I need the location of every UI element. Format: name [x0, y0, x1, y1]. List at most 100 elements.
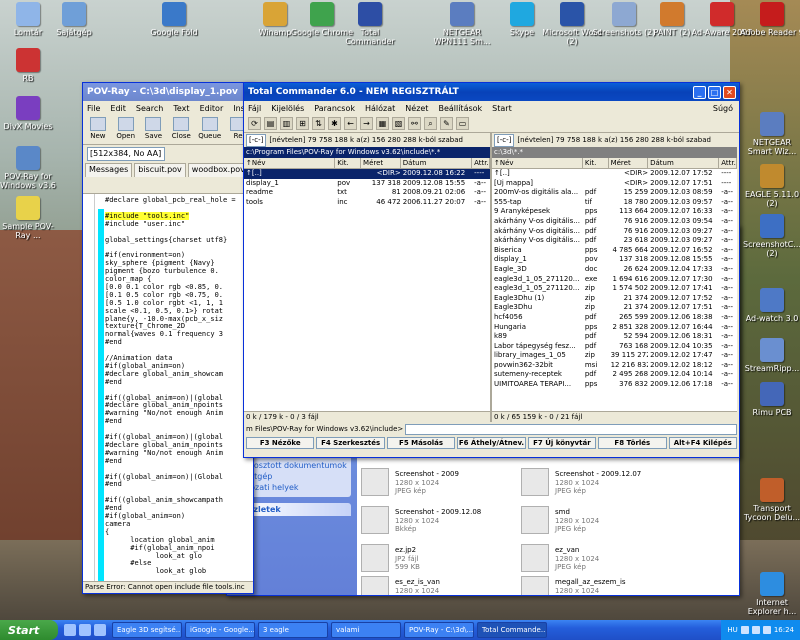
column-header[interactable]: Dátum: [401, 158, 473, 168]
sort-icon[interactable]: ⇅: [312, 117, 325, 130]
file-row[interactable]: 9 Aranyképesek pps 113 664 2009.12.07 16:33…: [492, 207, 737, 217]
menu-item[interactable]: File: [87, 104, 100, 113]
column-header[interactable]: Méret: [609, 158, 649, 168]
left-path[interactable]: c:\Program Files\POV-Ray for Windows v3.…: [244, 147, 490, 158]
function-key-button[interactable]: F7 Új könyvtár: [527, 437, 597, 449]
taskbar-button[interactable]: valami: [331, 622, 401, 638]
povray-window[interactable]: POV-Ray - C:\3d\display_1.pov File Edit Se…: [82, 82, 254, 594]
desktop-icon[interactable]: Ad-watch 3.0: [740, 288, 800, 323]
file-row[interactable]: eagle3d_1_05_271120... exe 1 694 616 2009.1…: [492, 275, 737, 285]
povray-titlebar[interactable]: POV-Ray - C:\3d\display_1.pov: [83, 83, 253, 101]
menu-item[interactable]: Editor: [200, 104, 224, 113]
editor-tab[interactable]: biscuit.pov: [134, 163, 186, 177]
select-icon[interactable]: ✱: [328, 117, 341, 130]
unpack-icon[interactable]: ▧: [392, 117, 405, 130]
file-row[interactable]: Eagle3Dhu (1) zip 21 374 2009.12.07 17:52 -a…: [492, 294, 737, 304]
file-row[interactable]: k89 pdf 52 594 2009.12.06 18:31 -a--: [492, 332, 737, 342]
file-row[interactable]: readme txt 81 2008.09.21 02:06 -a--: [244, 188, 490, 198]
desktop-icon[interactable]: Total Commander: [338, 2, 402, 46]
desktop-icon[interactable]: Adobe Reader 9: [740, 2, 800, 37]
desktop-icon[interactable]: Google Föld: [142, 2, 206, 37]
function-key-button[interactable]: F5 Másolás: [386, 437, 456, 449]
file-thumbnail-item[interactable]: Screenshot - 2009.12.07 1280 x 1024 JPEG k…: [521, 468, 701, 504]
tc-left-panel[interactable]: [-c-] [névtelen] 79 758 188 k a(z) 156 2…: [244, 133, 492, 422]
taskbar-button[interactable]: Eagle 3D segítsé...: [112, 622, 182, 638]
toolbar-button[interactable]: Close: [170, 117, 192, 142]
file-row[interactable]: library_images_1_05 zip 39 115 272 2009.12.…: [492, 351, 737, 361]
ftp-icon[interactable]: ⚯: [408, 117, 421, 130]
file-row[interactable]: UIMITOAREA TERAPI... pps 376 832 2009.12.06…: [492, 380, 737, 390]
desktop-icon[interactable]: ScreenshotC... (2): [740, 214, 800, 258]
menu-item[interactable]: Nézet: [405, 104, 428, 113]
column-header[interactable]: Attr.: [719, 158, 738, 168]
menu-item[interactable]: Search: [136, 104, 163, 113]
right-drive-select[interactable]: [-c-]: [494, 133, 515, 147]
menu-item[interactable]: Parancsok: [314, 104, 355, 113]
tree-icon[interactable]: ⊞: [296, 117, 309, 130]
refresh-icon[interactable]: ⟳: [248, 117, 261, 130]
menu-item[interactable]: Beállítások: [438, 104, 482, 113]
minimize-button[interactable]: _: [693, 85, 706, 99]
close-button[interactable]: ✕: [723, 85, 736, 99]
file-row[interactable]: eagle3d_1_05_271120... zip 1 574 502 2009.1…: [492, 284, 737, 294]
file-row[interactable]: Eagle_3D doc 26 624 2009.12.04 17:33 -a--: [492, 265, 737, 275]
menu-item[interactable]: Fájl: [248, 104, 261, 113]
back-icon[interactable]: ←: [344, 117, 357, 130]
column-header[interactable]: Attr.: [472, 158, 490, 168]
desktop-icon[interactable]: Sample POV-Ray ...: [0, 196, 60, 240]
desktop-icon[interactable]: Sajátgép: [42, 2, 106, 37]
file-row[interactable]: Eagle3Dhu zip 21 374 2009.12.07 17:51 -a--: [492, 303, 737, 313]
quicklaunch-media-icon[interactable]: [94, 624, 106, 636]
maximize-button[interactable]: □: [708, 85, 721, 99]
toolbar-button[interactable]: Save: [143, 117, 165, 142]
file-row[interactable]: Labor tápegység fesz... pdf 763 168 2009.12…: [492, 342, 737, 352]
taskbar-button[interactable]: iGoogle - Google...: [185, 622, 255, 638]
desktop-icon[interactable]: NETGEAR Smart Wiz...: [740, 112, 800, 156]
column-header[interactable]: ↑Név: [244, 158, 336, 168]
desktop-icon[interactable]: Internet Explorer h...: [740, 572, 800, 616]
column-header[interactable]: Kit.: [335, 158, 362, 168]
file-row[interactable]: [Új mappa] <DIR> 2009.12.07 17:51 ----: [492, 179, 737, 189]
file-thumbnail-item[interactable]: megall_az_eszem_is 1280 x 1024: [521, 576, 701, 595]
function-key-button[interactable]: F6 Áthely/Átnev.: [457, 437, 526, 449]
file-row[interactable]: sutemeny-receptek pdf 2 495 268 2009.12.04 …: [492, 370, 737, 380]
pack-icon[interactable]: ▦: [376, 117, 389, 130]
taskbar-button[interactable]: Total Commande...: [477, 622, 547, 638]
toolbar-button[interactable]: Queue: [198, 117, 221, 142]
forward-icon[interactable]: →: [360, 117, 373, 130]
tc-menu-help[interactable]: Súgó: [713, 104, 739, 113]
file-thumbnail-item[interactable]: ez.jp2 JP2 fájl 599 KB: [361, 544, 541, 580]
tc-titlebar[interactable]: Total Commander 6.0 - NEM REGISZTRÁLT _ …: [244, 83, 739, 101]
desktop-icon[interactable]: RB: [0, 48, 60, 83]
full-view-icon[interactable]: ▥: [280, 117, 293, 130]
desktop-icon[interactable]: Rimu PCB: [740, 382, 800, 417]
file-thumbnail-item[interactable]: Screenshot - 2009.12.08 1280 x 1024 Bkkép: [361, 506, 541, 542]
toolbar-button[interactable]: New: [87, 117, 109, 142]
function-key-button[interactable]: Alt+F4 Kilépés: [668, 437, 737, 449]
command-input[interactable]: [405, 423, 737, 435]
resolution-select[interactable]: [512x384, No AA]: [87, 147, 165, 161]
desktop-icon[interactable]: StreamRipp...: [740, 338, 800, 373]
file-row[interactable]: ↑[..] <DIR> 2009.12.08 16:22 ----: [244, 169, 490, 179]
quicklaunch-desktop-icon[interactable]: [79, 624, 91, 636]
tray-security-icon[interactable]: [762, 626, 771, 634]
file-row[interactable]: Hungaria pps 2 851 328 2009.12.07 16:44 -a--: [492, 323, 737, 333]
file-thumbnail-item[interactable]: es_ez_is_van 1280 x 1024: [361, 576, 541, 595]
file-row[interactable]: 200mV-os digitális ala... pdf 15 259 2009.1…: [492, 188, 737, 198]
file-row[interactable]: display_1 pov 137 318 2009.12.08 15:55 -a--: [244, 179, 490, 189]
file-row[interactable]: 555-tap tif 18 780 2009.12.03 09:57 -a--: [492, 198, 737, 208]
editor-tab[interactable]: Messages: [85, 163, 133, 177]
file-row[interactable]: display_1 pov 137 318 2009.12.08 15:55 -a--: [492, 255, 737, 265]
tc-right-panel[interactable]: [-c-] [névtelen] 79 758 188 k a(z) 156 2…: [492, 133, 738, 422]
menu-item[interactable]: Start: [492, 104, 512, 113]
file-row[interactable]: hcf4056 pdf 265 599 2009.12.06 18:38 -a--: [492, 313, 737, 323]
file-row[interactable]: akárhány V-os digitális... pdf 23 618 2009.…: [492, 236, 737, 246]
start-button[interactable]: Start: [0, 620, 58, 640]
menu-item[interactable]: Hálózat: [365, 104, 395, 113]
column-header[interactable]: Kit.: [583, 158, 609, 168]
brief-view-icon[interactable]: ▤: [264, 117, 277, 130]
language-indicator[interactable]: HU: [727, 626, 737, 634]
totalcmd-window[interactable]: Total Commander 6.0 - NEM REGISZTRÁLT _ …: [243, 82, 740, 458]
editor-tab[interactable]: woodbox.pov: [187, 163, 249, 177]
file-row[interactable]: Biserica pps 4 785 664 2009.12.07 16:52 -a--: [492, 246, 737, 256]
